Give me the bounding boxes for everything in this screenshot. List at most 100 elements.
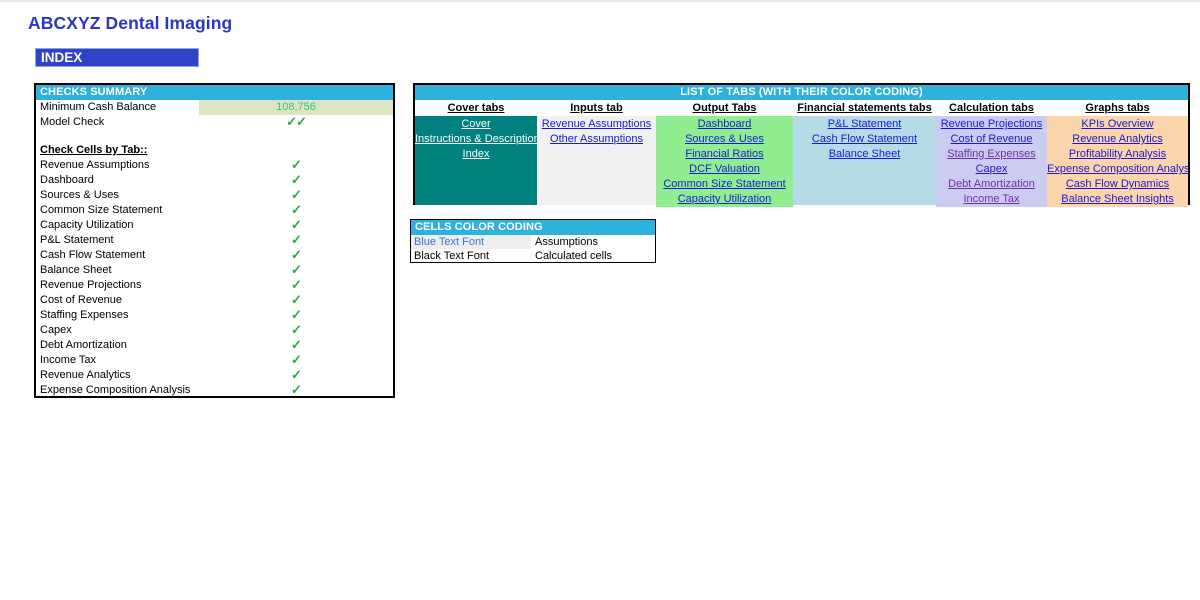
tabs-column-links: KPIs OverviewRevenue AnalyticsProfitabil… [1047,116,1188,207]
check-tab-row: Revenue Analytics ✓ [36,368,393,383]
tab-link-financial-ratios[interactable]: Financial Ratios [656,147,793,162]
tab-link-capacity-utilization[interactable]: Capacity Utilization [656,192,793,207]
tab-link-cover[interactable]: Cover [415,117,537,132]
tab-link-cash-flow-dynamics[interactable]: Cash Flow Dynamics [1047,177,1188,192]
checks-summary-top-rows: Minimum Cash Balance108,756Model Check✓✓ [36,100,393,130]
tab-link-debt-amortization[interactable]: Debt Amortization [936,177,1047,192]
color-coding-value: Assumptions [531,235,655,249]
check-tab-row-label: Expense Composition Analysis [36,383,199,398]
tab-link-sources-uses[interactable]: Sources & Uses [656,132,793,147]
color-coding-key: Blue Text Font [411,235,531,249]
check-mark-icon: ✓ [291,292,301,307]
check-tab-row: Balance Sheet✓ [36,263,393,278]
tab-link-cash-flow-statement[interactable]: Cash Flow Statement [793,132,936,147]
checks-summary-panel: CHECKS SUMMARY Minimum Cash Balance108,7… [34,83,395,398]
check-tab-row: Staffing Expenses ✓ [36,308,393,323]
tabs-list-panel: LIST OF TABS (WITH THEIR COLOR CODING) C… [413,83,1190,205]
check-tab-row: Cost of Revenue ✓ [36,293,393,308]
tab-link-revenue-analytics[interactable]: Revenue Analytics [1047,132,1188,147]
tabs-column-title: Financial statements tabs [793,100,936,116]
color-coding-row: Black Text FontCalculated cells [411,249,655,263]
check-mark-icon: ✓ [291,322,301,337]
check-mark-icon: ✓ [291,307,301,322]
check-tab-row-label: Debt Amortization [36,338,199,353]
tab-link-balance-sheet-insights[interactable]: Balance Sheet Insights [1047,192,1188,207]
check-tab-row-label: Capacity Utilization [36,218,199,233]
check-tab-row-label: Revenue Projections [36,278,199,293]
check-mark-icon: ✓✓ [286,114,306,129]
tab-link-instructions-description[interactable]: Instructions & Description [415,132,537,147]
cells-color-coding-rows: Blue Text FontAssumptionsBlack Text Font… [411,235,655,263]
tab-link-index[interactable]: Index [415,147,537,162]
tab-link-expense-composition-analysis[interactable]: Expense Composition Analysis [1047,162,1188,177]
check-tab-row-label: Cost of Revenue [36,293,199,308]
check-tab-row-label: Income Tax [36,353,199,368]
check-summary-row: Minimum Cash Balance108,756 [36,100,393,115]
tab-link-income-tax[interactable]: Income Tax [936,192,1047,207]
check-mark-icon: ✓ [291,157,301,172]
check-tab-row-label: Dashboard [36,173,199,188]
check-tab-row-label: Revenue Analytics [36,368,199,383]
check-tab-row-label: Cash Flow Statement [36,248,199,263]
check-mark-icon: ✓ [291,217,301,232]
tabs-column-links: Revenue AssumptionsOther Assumptions [537,116,656,205]
check-tab-row: Dashboard✓ [36,173,393,188]
tab-link-dcf-valuation[interactable]: DCF Valuation [656,162,793,177]
check-cells-by-tab-label: Check Cells by Tab:: [36,143,393,158]
tabs-column-title: Output Tabs [656,100,793,116]
check-mark-icon: ✓ [291,187,301,202]
tabs-column-cover-tabs: Cover tabsCoverInstructions & Descriptio… [415,100,537,205]
tabs-column-calculation-tabs: Calculation tabsRevenue ProjectionsCost … [936,100,1047,205]
tab-link-p-l-statement[interactable]: P&L Statement [793,117,936,132]
tabs-column-links: CoverInstructions & DescriptionIndex [415,116,537,205]
tabs-list-header: LIST OF TABS (WITH THEIR COLOR CODING) [415,85,1188,100]
check-mark-icon: ✓ [291,337,301,352]
tab-link-staffing-expenses[interactable]: Staffing Expenses [936,147,1047,162]
tab-link-revenue-assumptions[interactable]: Revenue Assumptions [537,117,656,132]
tab-link-capex[interactable]: Capex [936,162,1047,177]
color-coding-value: Calculated cells [531,249,655,263]
tabs-column-inputs-tabs: Inputs tabRevenue AssumptionsOther Assum… [537,100,656,205]
tabs-column-links: P&L StatementCash Flow StatementBalance … [793,116,936,205]
tabs-column-title: Calculation tabs [936,100,1047,116]
checks-summary-spacer [36,130,393,143]
check-mark-icon: ✓ [291,367,301,382]
tab-link-kpis-overview[interactable]: KPIs Overview [1047,117,1188,132]
tab-link-profitability-analysis[interactable]: Profitability Analysis [1047,147,1188,162]
check-tab-row: Income Tax ✓ [36,353,393,368]
tab-link-dashboard[interactable]: Dashboard [656,117,793,132]
tab-link-other-assumptions[interactable]: Other Assumptions [537,132,656,147]
check-tab-row-label: P&L Statement [36,233,199,248]
check-mark-icon: ✓ [291,352,301,367]
tabs-column-output-tabs: Output TabsDashboardSources & UsesFinanc… [656,100,793,205]
check-cells-by-tab-list: Revenue Assumptions✓Dashboard✓Sources & … [36,158,393,398]
check-tab-row-label: Balance Sheet [36,263,199,278]
cells-color-coding-header: CELLS COLOR CODING [411,220,655,235]
color-coding-row: Blue Text FontAssumptions [411,235,655,249]
tab-link-revenue-projections[interactable]: Revenue Projections [936,117,1047,132]
check-tab-row: P&L Statement ✓ [36,233,393,248]
page-title: ABCXYZ Dental Imaging [28,13,232,34]
check-mark-icon: ✓ [291,232,301,247]
cells-color-coding-panel: CELLS COLOR CODING Blue Text FontAssumpt… [410,219,656,263]
check-tab-row-label: Staffing Expenses [36,308,199,323]
tab-link-balance-sheet[interactable]: Balance Sheet [793,147,936,162]
tab-link-cost-of-revenue[interactable]: Cost of Revenue [936,132,1047,147]
check-mark-icon: ✓ [291,382,301,397]
tabs-column-title: Inputs tab [537,100,656,116]
tabs-column-links: DashboardSources & UsesFinancial RatiosD… [656,116,793,207]
check-summary-row-value: 108,756 [199,100,393,115]
check-summary-row-label: Minimum Cash Balance [36,100,199,115]
check-tab-row: Capex ✓ [36,323,393,338]
check-tab-row: Cash Flow Statement ✓ [36,248,393,263]
tabs-column-financial-statements-tabs: Financial statements tabsP&L StatementCa… [793,100,936,205]
check-mark-icon: ✓ [291,247,301,262]
check-tab-row-label: Capex [36,323,199,338]
color-coding-key: Black Text Font [411,249,531,263]
tabs-column-links: Revenue ProjectionsCost of RevenueStaffi… [936,116,1047,207]
check-tab-row: Debt Amortization ✓ [36,338,393,353]
check-tab-row-value: ✓ [199,382,393,399]
tab-link-common-size-statement[interactable]: Common Size Statement [656,177,793,192]
check-tab-row-label: Revenue Assumptions [36,158,199,173]
check-tab-row: Common Size Statement✓ [36,203,393,218]
